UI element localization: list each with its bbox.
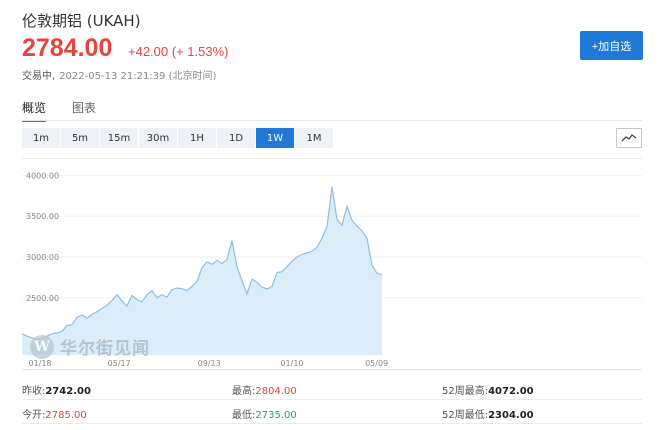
y-tick-label: 4000.00 [26,171,59,180]
period-15m[interactable]: 15m [100,128,138,148]
quote-stats: 昨收:2742.00 最高:2804.00 52周最高:4072.00 今开:2… [22,376,642,424]
price-area-fill [22,186,382,355]
stat-label: 最低: [232,410,256,421]
trading-status: 交易中, 2022-05-13 21:21:39 (北京时间) [22,67,216,82]
tab-chart[interactable]: 图表 [72,99,96,121]
y-tick-label: 3000.00 [26,253,59,262]
view-tabs: 概览 图表 [22,99,122,122]
x-tick-label: 05/09 [365,359,388,368]
tab-divider [22,120,642,121]
watermark: W 华尔街见闻 [30,334,150,359]
period-1m[interactable]: 1m [22,128,60,148]
x-tick-label: 01/18 [28,359,51,368]
x-tick-label: 05/17 [108,359,131,368]
stat-label: 今开: [22,410,46,421]
x-tick-label: 01/10 [280,359,303,368]
period-1h[interactable]: 1H [178,128,216,148]
stat-52w-low: 52周最低:2304.00 [442,406,534,421]
watermark-text: 华尔街见闻 [60,339,150,359]
stat-value: 4072.00 [488,386,534,397]
last-price: 2784.00 [22,34,113,62]
stat-label: 52周最高: [442,386,489,397]
chart-type-button[interactable] [616,128,642,148]
watermark-logo-icon: W [30,334,54,359]
stat-value: 2785.00 [45,410,87,421]
stat-label: 最高: [232,386,256,397]
x-tick-label: 09/13 [198,359,221,368]
stat-value: 2304.00 [488,410,534,421]
period-30m[interactable]: 30m [139,128,177,148]
period-1mo[interactable]: 1M [295,128,333,148]
price-change: +42.00 (+ 1.53%) [128,44,229,59]
stat-52w-high: 52周最高:4072.00 [442,382,534,397]
y-tick-label: 3500.00 [26,212,59,221]
stats-row-2: 今开:2785.00 最低:2735.00 52周最低:2304.00 [22,400,642,424]
instrument-title: 伦敦期铝 (UKAH) [22,12,141,30]
stat-value: 2735.00 [255,410,297,421]
period-5m[interactable]: 5m [61,128,99,148]
stat-value: 2742.00 [45,386,91,397]
period-1d[interactable]: 1D [217,128,255,148]
stat-open: 今开:2785.00 [22,406,87,421]
stat-value: 2804.00 [255,386,297,397]
period-selector: 1m 5m 15m 30m 1H 1D 1W 1M [22,128,334,148]
stat-label: 52周最低: [442,410,489,421]
status-label: 交易中, [22,71,56,82]
line-chart-icon [621,134,637,142]
stat-low: 最低:2735.00 [232,406,297,421]
y-tick-label: 2500.00 [26,294,59,303]
add-to-watchlist-button[interactable]: +加自选 [580,31,643,60]
stat-prev-close: 昨收:2742.00 [22,382,91,397]
stat-label: 昨收: [22,386,46,397]
period-1w[interactable]: 1W [256,128,294,148]
tab-overview[interactable]: 概览 [22,99,47,122]
timestamp: 2022-05-13 21:21:39 (北京时间) [59,71,217,82]
stat-high: 最高:2804.00 [232,382,297,397]
stats-row-1: 昨收:2742.00 最高:2804.00 52周最高:4072.00 [22,376,642,400]
